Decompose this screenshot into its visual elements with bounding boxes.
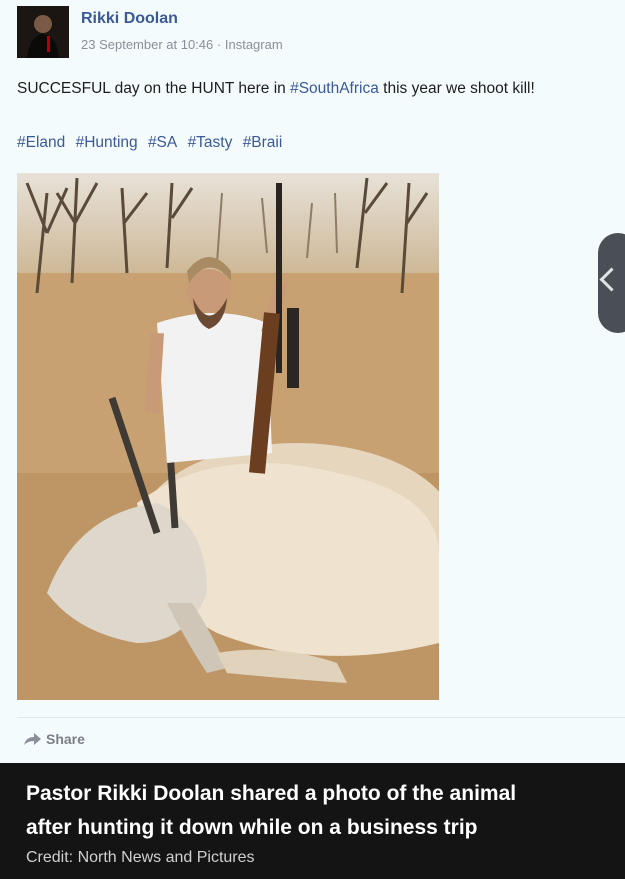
caption-credit: Credit: North News and Pictures — [26, 849, 255, 866]
meta-separator: · — [216, 37, 222, 52]
author-name[interactable]: Rikki Doolan — [81, 10, 178, 28]
post-timestamp[interactable]: 23 September at 10:46 — [81, 37, 213, 52]
post-photo[interactable] — [17, 173, 439, 700]
caption-line-1: Pastor Rikki Doolan shared a photo of th… — [26, 782, 517, 805]
share-arrow-icon — [24, 733, 41, 745]
hashtag-list: #Eland #Hunting #SA #Tasty #Braii — [17, 134, 288, 152]
hashtag-eland[interactable]: #Eland — [17, 134, 65, 151]
hashtag-hunting[interactable]: #Hunting — [76, 134, 138, 151]
post-divider — [17, 717, 625, 718]
post-text-start: SUCCESFUL day on the HUNT here in — [17, 80, 291, 97]
post-text-end: this year we shoot kill! — [378, 80, 535, 97]
chevron-left-icon — [599, 267, 624, 292]
carousel-next-button[interactable] — [598, 233, 625, 333]
post-text: SUCCESFUL day on the HUNT here in #South… — [17, 77, 622, 101]
hashtag-tasty[interactable]: #Tasty — [188, 134, 233, 151]
hashtag-southafrica[interactable]: #SouthAfrica — [290, 80, 379, 97]
post-meta: 23 September at 10:46 · Instagram — [81, 37, 283, 52]
share-label: Share — [46, 731, 85, 747]
facebook-post: Rikki Doolan 23 September at 10:46 · Ins… — [0, 0, 625, 763]
hashtag-sa[interactable]: #SA — [148, 134, 177, 151]
share-button[interactable]: Share — [22, 729, 85, 749]
hashtag-braii[interactable]: #Braii — [243, 134, 283, 151]
caption-line-2: after hunting it down while on a busines… — [26, 816, 478, 839]
post-source[interactable]: Instagram — [225, 37, 283, 52]
author-avatar[interactable] — [17, 6, 69, 58]
